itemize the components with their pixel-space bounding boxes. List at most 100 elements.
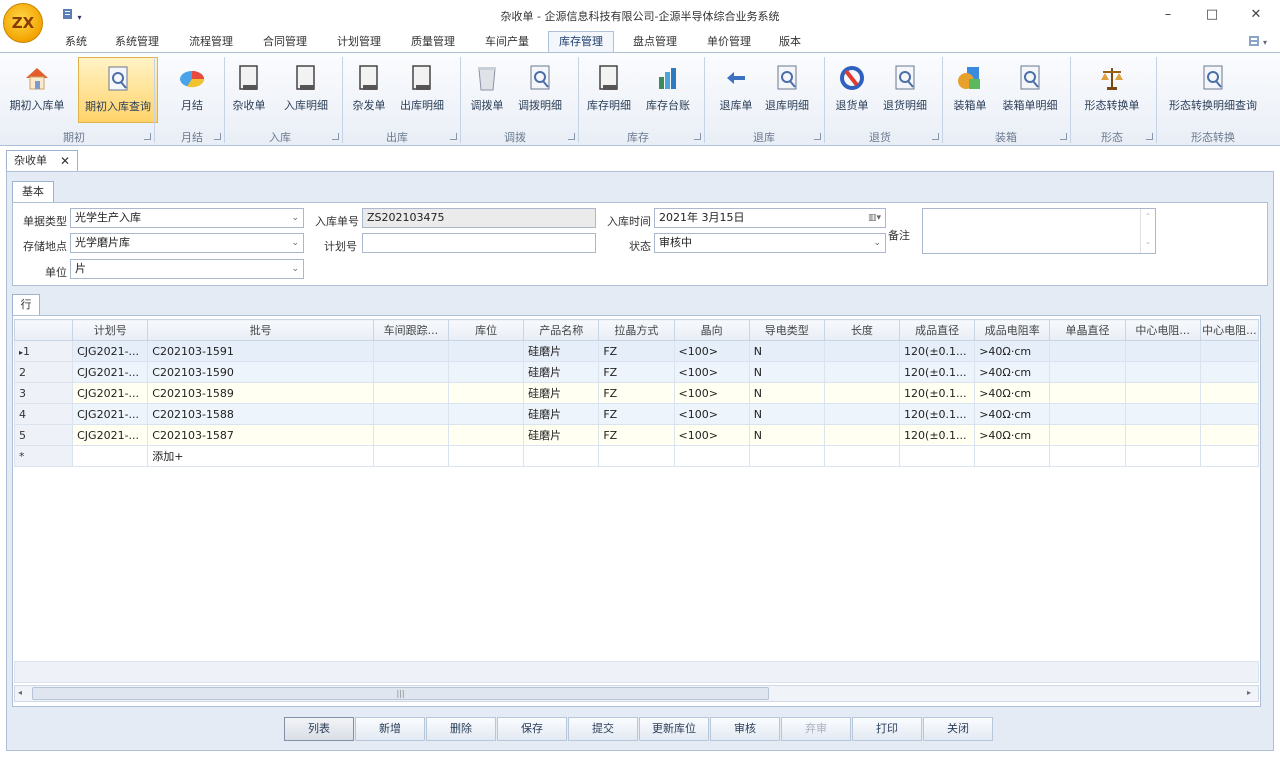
grid-cell[interactable]: CJG2021-... (72, 361, 149, 383)
remark-scrollbar[interactable]: ⌃ ⌄ (1140, 209, 1155, 253)
date-picker[interactable]: 2021年 3月15日 ▥▾ (654, 208, 886, 228)
column-header[interactable]: 成品电阻率 (974, 319, 1051, 341)
action-button-6[interactable]: 审核 (710, 717, 780, 741)
grid-cell[interactable] (1199, 382, 1260, 404)
grid-cell[interactable] (1124, 382, 1201, 404)
group-launcher-icon[interactable] (1146, 133, 1153, 140)
grid-cell[interactable]: 120(±0.1... (899, 403, 976, 425)
ribbon-button-8[interactable]: 调拨明细 (512, 57, 568, 123)
group-launcher-icon[interactable] (1060, 133, 1067, 140)
ribbon-button-0[interactable]: 期初入库单 (4, 57, 70, 123)
remark-textarea[interactable] (922, 208, 1156, 254)
grid-cell[interactable] (1199, 340, 1260, 362)
grid-cell[interactable] (748, 445, 825, 467)
app-logo[interactable]: ZX (3, 3, 43, 43)
ribbon-button-17[interactable]: 形态转换单 (1074, 57, 1150, 123)
column-header[interactable]: 晶向 (673, 319, 750, 341)
column-header[interactable]: 导电类型 (748, 319, 825, 341)
grid-cell[interactable] (1124, 361, 1201, 383)
grid-cell[interactable]: 120(±0.1... (899, 424, 976, 446)
tab-lines[interactable]: 行 (12, 294, 40, 316)
table-row[interactable]: 3 CJG2021-... C202103-1589 硅磨片 FZ <100> N 120(±… (13, 382, 1260, 404)
grid-cell[interactable]: >40Ω·cm (974, 424, 1051, 446)
menu-tab-inventory[interactable]: 库存管理 (548, 31, 614, 53)
column-header[interactable]: 中心电阻... (1199, 319, 1260, 341)
action-button-9[interactable]: 关闭 (923, 717, 993, 741)
row-number-cell[interactable]: 3 (13, 382, 74, 404)
table-row[interactable]: 5 CJG2021-... C202103-1587 硅磨片 FZ <100> N 120(±… (13, 424, 1260, 446)
row-number-cell[interactable]: ▸1 (13, 340, 74, 362)
storage-select[interactable]: 光学磨片库 ⌄ (70, 233, 304, 253)
column-header[interactable]: 批号 (147, 319, 374, 341)
grid-cell[interactable]: <100> (673, 340, 750, 362)
ribbon-button-1[interactable]: 期初入库查询 (78, 57, 158, 123)
group-launcher-icon[interactable] (332, 133, 339, 140)
ribbon-button-10[interactable]: 库存台账 (640, 57, 696, 123)
grid-cell[interactable]: CJG2021-... (72, 403, 149, 425)
grid-cell[interactable]: FZ (598, 382, 675, 404)
grid-cell[interactable] (372, 382, 450, 404)
grid-cell[interactable] (72, 445, 149, 467)
close-button[interactable]: ✕ (1236, 4, 1276, 26)
column-header[interactable]: 车间跟踪... (372, 319, 450, 341)
grid-cell[interactable] (1049, 382, 1126, 404)
grid-cell[interactable] (447, 382, 525, 404)
grid-cell[interactable] (1199, 361, 1260, 383)
status-select[interactable]: 审核中 ⌄ (654, 233, 886, 253)
group-launcher-icon[interactable] (568, 133, 575, 140)
grid-cell[interactable] (1124, 424, 1201, 446)
ribbon-button-14[interactable]: 退货明细 (876, 57, 934, 123)
scroll-right-icon[interactable]: ▸ (1247, 688, 1251, 697)
ribbon-button-18[interactable]: 形态转换明细查询 (1158, 57, 1268, 123)
action-button-1[interactable]: 新增 (355, 717, 425, 741)
grid-cell[interactable]: CJG2021-... (72, 424, 149, 446)
grid-cell[interactable]: C202103-1589 (147, 382, 374, 404)
grid-cell[interactable]: 硅磨片 (523, 361, 600, 383)
action-button-0[interactable]: 列表 (284, 717, 354, 741)
grid-cell[interactable]: <100> (673, 361, 750, 383)
grid-cell[interactable] (447, 361, 525, 383)
grid-cell[interactable]: 硅磨片 (523, 403, 600, 425)
grid-cell[interactable] (1124, 445, 1201, 467)
grid-cell[interactable]: 硅磨片 (523, 424, 600, 446)
grid-cell[interactable] (1199, 403, 1260, 425)
doc-type-select[interactable]: 光学生产入库 ⌄ (70, 208, 304, 228)
ribbon-button-6[interactable]: 出库明细 (394, 57, 450, 123)
column-header[interactable]: 产品名称 (523, 319, 600, 341)
action-button-4[interactable]: 提交 (568, 717, 638, 741)
grid-cell[interactable] (1049, 445, 1126, 467)
grid-cell[interactable] (823, 340, 901, 362)
calendar-icon[interactable]: ▥▾ (868, 209, 881, 227)
grid-cell[interactable] (823, 361, 901, 383)
grid-cell[interactable]: C202103-1591 (147, 340, 374, 362)
menu-tab-contract[interactable]: 合同管理 (254, 33, 316, 52)
grid-cell[interactable]: <100> (673, 403, 750, 425)
menu-tab-quality[interactable]: 质量管理 (402, 33, 464, 52)
grid-cell[interactable]: 硅磨片 (523, 382, 600, 404)
grid-cell[interactable]: >40Ω·cm (974, 382, 1051, 404)
grid-cell[interactable]: 120(±0.1... (899, 382, 976, 404)
column-header[interactable]: 成品直径 (899, 319, 976, 341)
grid-cell[interactable]: C202103-1590 (147, 361, 374, 383)
ribbon-button-5[interactable]: 杂发单 (344, 57, 394, 123)
grid-cell[interactable] (372, 361, 450, 383)
grid-cell[interactable]: N (748, 361, 825, 383)
scroll-up-icon[interactable]: ⌃ (1141, 212, 1155, 221)
group-launcher-icon[interactable] (814, 133, 821, 140)
grid-cell[interactable]: FZ (598, 340, 675, 362)
column-header[interactable]: 长度 (823, 319, 901, 341)
grid-cell[interactable] (447, 403, 525, 425)
grid-icon[interactable]: ▾ (1248, 35, 1270, 50)
grid-cell[interactable] (1199, 424, 1260, 446)
menu-tab-version[interactable]: 版本 (770, 33, 810, 52)
grid-cell[interactable]: C202103-1588 (147, 403, 374, 425)
menu-tab-system[interactable]: 系统 (56, 33, 96, 52)
grid-cell[interactable] (823, 382, 901, 404)
grid-cell[interactable] (1049, 361, 1126, 383)
grid-cell[interactable] (673, 445, 750, 467)
ribbon-button-16[interactable]: 装箱单明细 (994, 57, 1066, 123)
column-header[interactable]: 单晶直径 (1049, 319, 1126, 341)
grid-cell[interactable]: N (748, 382, 825, 404)
menu-tab-stocktake[interactable]: 盘点管理 (624, 33, 686, 52)
grid-cell[interactable]: >40Ω·cm (974, 361, 1051, 383)
